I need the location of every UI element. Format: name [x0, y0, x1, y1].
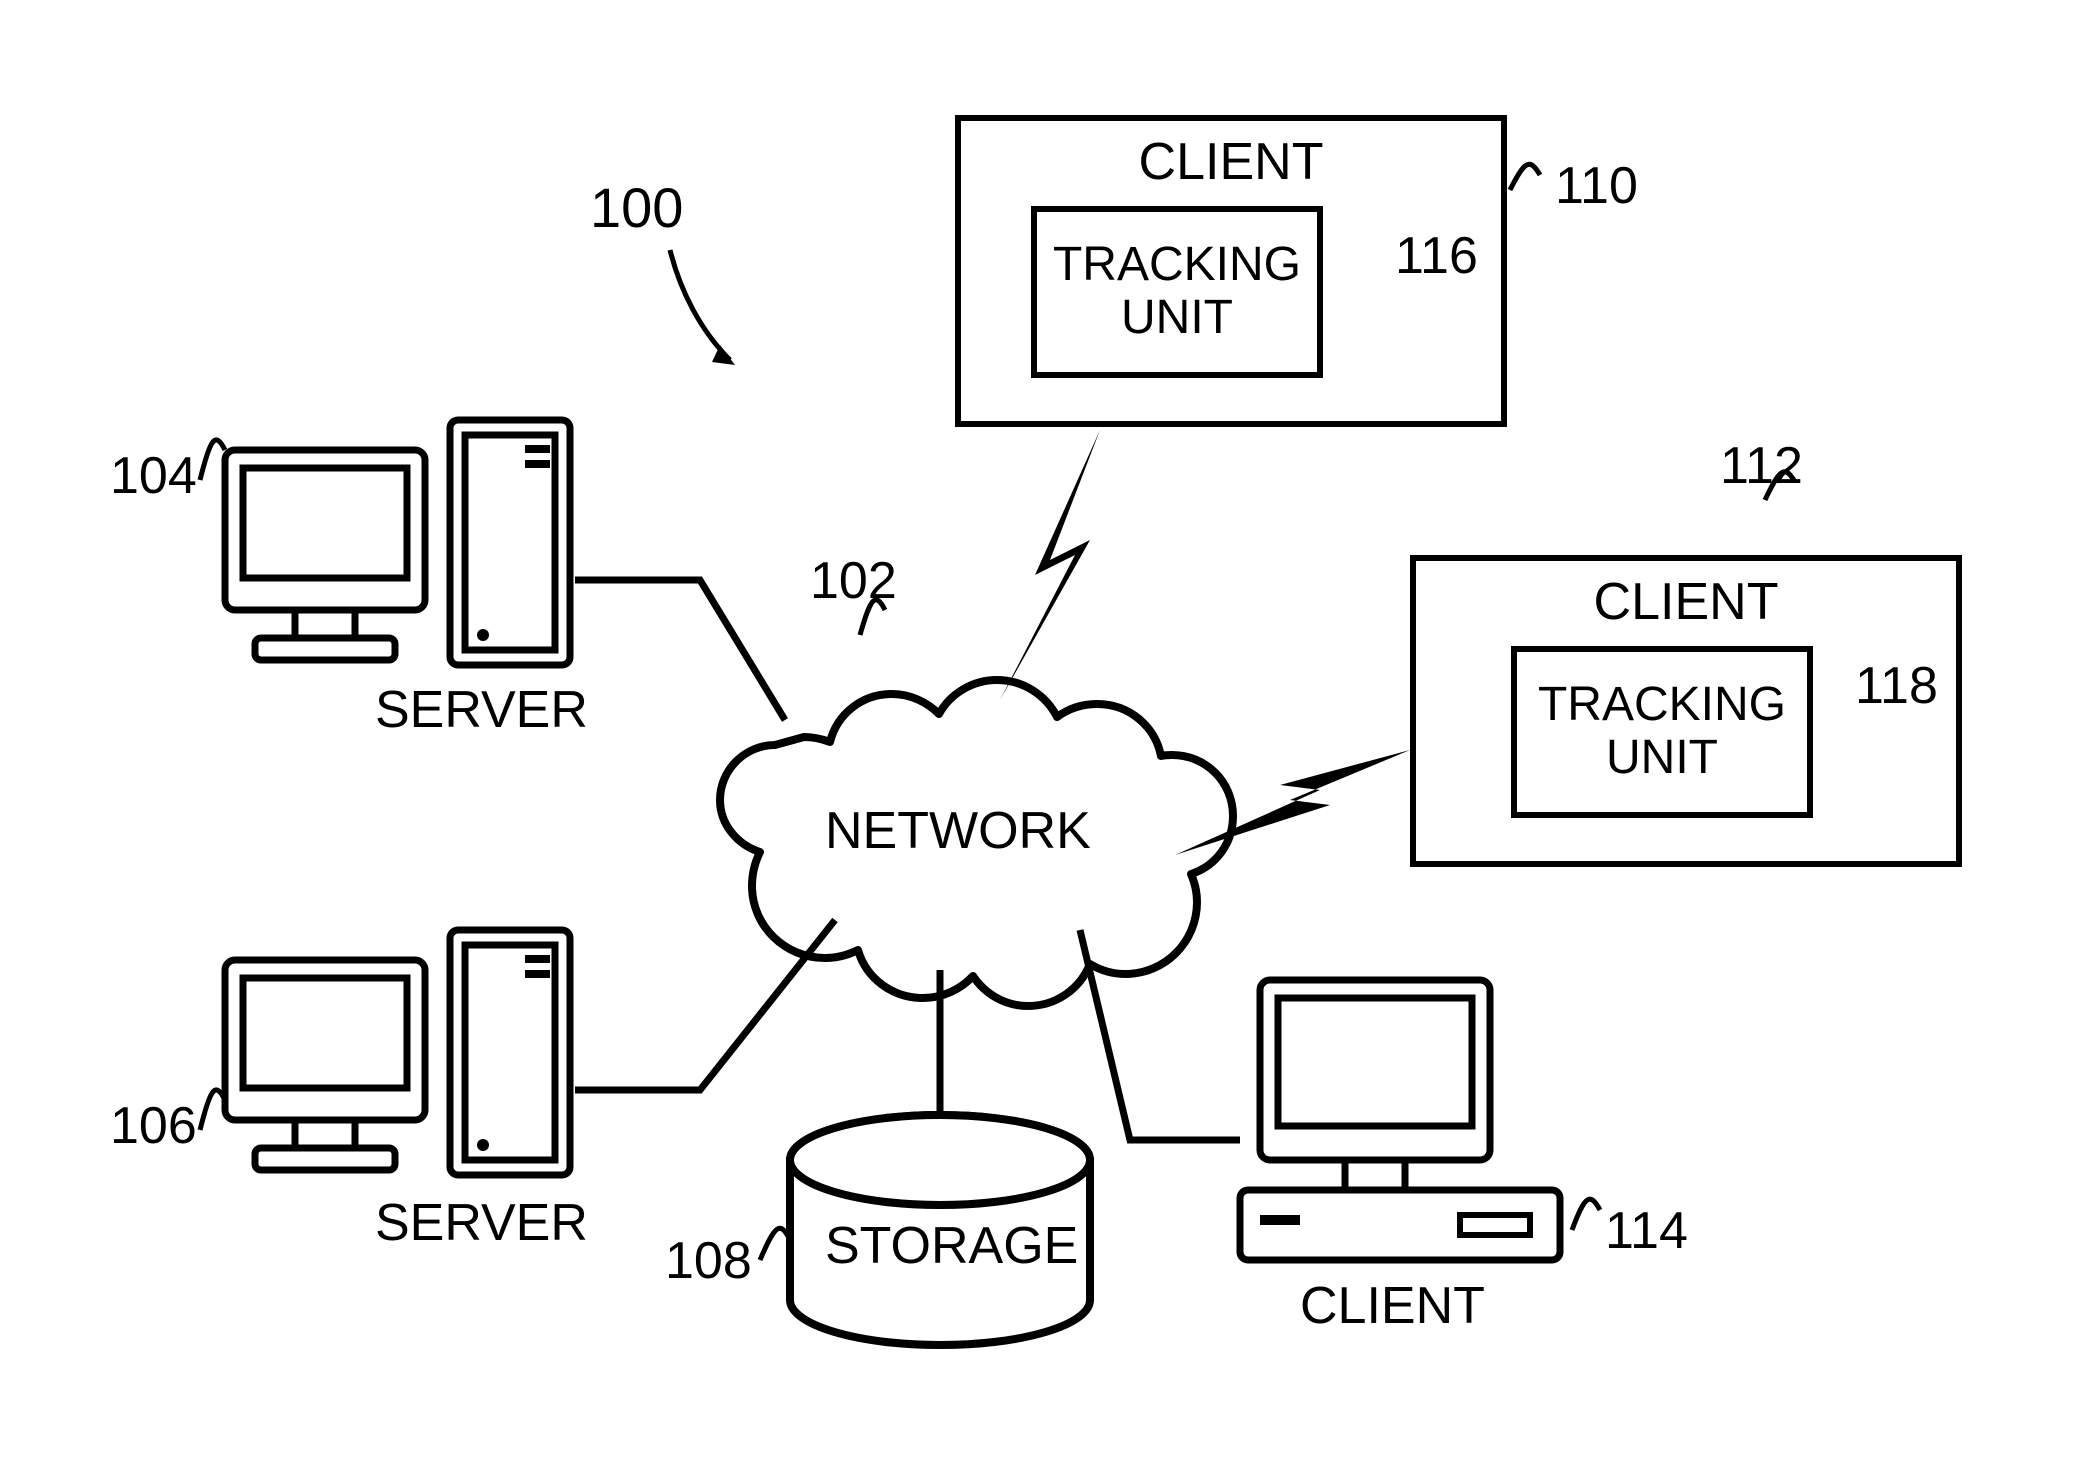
client-110-label: CLIENT — [961, 136, 1501, 188]
ref-100: 100 — [590, 180, 683, 236]
tracking-unit-118-box: TRACKING UNIT — [1511, 646, 1813, 818]
ref-112: 112 — [1720, 440, 1803, 492]
ref-118: 118 — [1855, 660, 1938, 712]
ref-102: 102 — [810, 555, 897, 607]
server-icon-104 — [225, 420, 570, 665]
tracking-unit-116-box: TRACKING UNIT — [1031, 206, 1323, 378]
server-104-label: SERVER — [375, 680, 588, 740]
server-icon-106 — [225, 930, 570, 1175]
server-106-label: SERVER — [375, 1193, 588, 1253]
client-112-label: CLIENT — [1416, 576, 1956, 628]
tracking-unit-116-label: TRACKING UNIT — [1053, 239, 1301, 345]
ref-110: 110 — [1555, 160, 1638, 212]
network-label: NETWORK — [825, 805, 1091, 857]
client-114-label: CLIENT — [1300, 1280, 1485, 1332]
storage-label: STORAGE — [825, 1220, 1078, 1272]
tracking-unit-118-label: TRACKING UNIT — [1538, 679, 1786, 785]
diagram-stage: 100 NETWORK 102 104 SERVER 106 SERVER 10… — [0, 0, 2079, 1459]
ref-104: 104 — [110, 450, 197, 502]
ref-108: 108 — [665, 1235, 752, 1287]
ref-114: 114 — [1605, 1205, 1688, 1257]
ref-106: 106 — [110, 1100, 197, 1152]
client-icon-114 — [1240, 980, 1560, 1260]
ref-116: 116 — [1395, 230, 1478, 282]
